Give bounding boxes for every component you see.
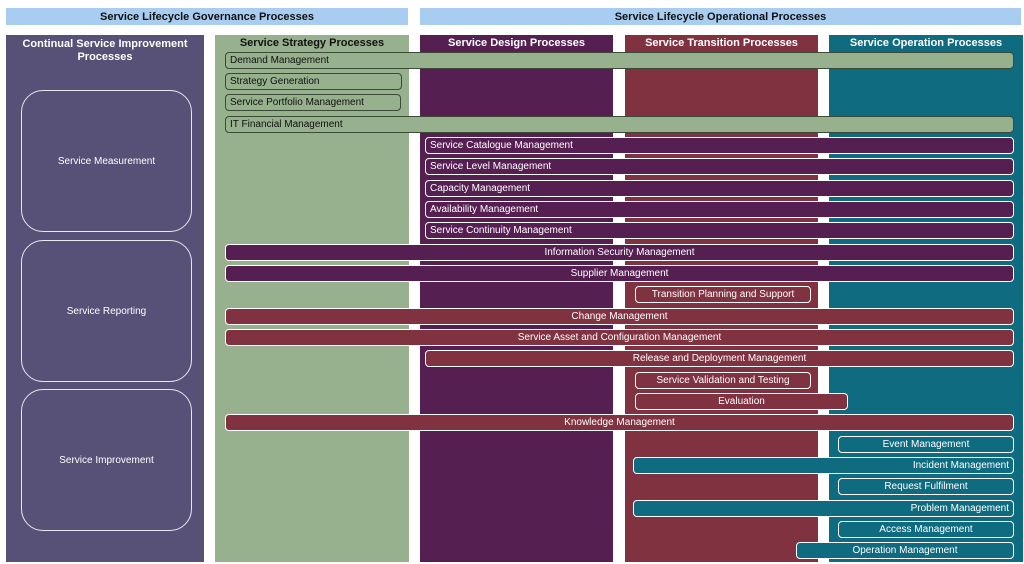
demand-management-bar: Demand Management — [225, 52, 1014, 69]
access-management-bar: Access Management — [838, 521, 1014, 538]
service-asset-configuration-bar: Service Asset and Configuration Manageme… — [225, 329, 1014, 346]
governance-header: Service Lifecycle Governance Processes — [6, 8, 408, 25]
service-continuity-management-bar: Service Continuity Management — [425, 222, 1014, 239]
service-measurement-box: Service Measurement — [21, 90, 192, 232]
knowledge-management-bar: Knowledge Management — [225, 414, 1014, 431]
problem-management-bar: Problem Management — [633, 500, 1014, 517]
availability-management-bar: Availability Management — [425, 201, 1014, 218]
transition-planning-bar: Transition Planning and Support — [635, 286, 811, 303]
strategy-column: Service Strategy Processes — [215, 35, 409, 562]
transition-column-title: Service Transition Processes — [645, 37, 798, 49]
operational-header: Service Lifecycle Operational Processes — [420, 8, 1021, 25]
service-reporting-box: Service Reporting — [21, 240, 192, 382]
event-management-bar: Event Management — [838, 436, 1014, 453]
operation-column-title: Service Operation Processes — [849, 37, 1003, 49]
capacity-management-bar: Capacity Management — [425, 180, 1014, 197]
design-column: Service Design Processes — [420, 35, 613, 562]
operation-management-bar: Operation Management — [796, 542, 1014, 559]
evaluation-bar: Evaluation — [635, 393, 848, 410]
service-portfolio-management-bar: Service Portfolio Management — [225, 94, 401, 111]
change-management-bar: Change Management — [225, 308, 1014, 325]
it-financial-management-bar: IT Financial Management — [225, 116, 1014, 133]
incident-management-bar: Incident Management — [633, 457, 1014, 474]
information-security-management-bar: Information Security Management — [225, 244, 1014, 261]
strategy-generation-bar: Strategy Generation — [225, 73, 402, 90]
service-level-management-bar: Service Level Management — [425, 158, 1014, 175]
release-deployment-bar: Release and Deployment Management — [425, 350, 1014, 367]
design-column-title: Service Design Processes — [448, 37, 585, 49]
service-catalogue-management-bar: Service Catalogue Management — [425, 137, 1014, 154]
request-fulfilment-bar: Request Fulfilment — [838, 478, 1014, 495]
strategy-column-title: Service Strategy Processes — [239, 37, 385, 49]
supplier-management-bar: Supplier Management — [225, 265, 1014, 282]
service-improvement-box: Service Improvement — [21, 389, 192, 531]
service-validation-testing-bar: Service Validation and Testing — [635, 372, 811, 389]
csi-column-title: Continual Service Improvement Processes — [22, 38, 188, 63]
